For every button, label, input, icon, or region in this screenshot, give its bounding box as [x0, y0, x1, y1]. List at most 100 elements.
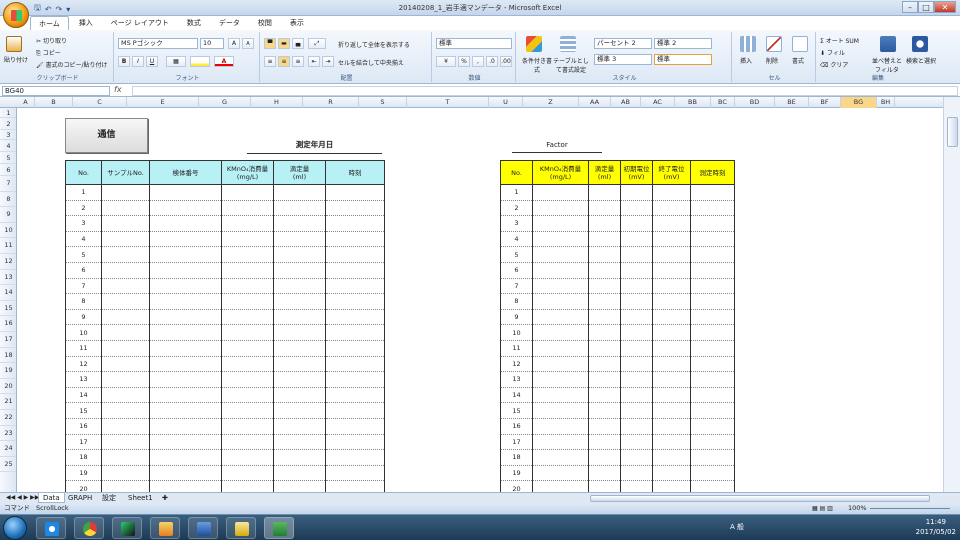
- data-cell[interactable]: [532, 231, 589, 248]
- tab-view[interactable]: 表示: [282, 16, 312, 30]
- format-cells-button[interactable]: 書式: [792, 56, 804, 65]
- data-cell[interactable]: [652, 200, 691, 217]
- data-cell[interactable]: [325, 262, 385, 279]
- shrink-font-button[interactable]: A: [242, 38, 254, 49]
- data-cell[interactable]: [273, 340, 326, 357]
- row-header[interactable]: 15: [0, 301, 16, 317]
- data-cell[interactable]: [690, 262, 735, 279]
- row-number-cell[interactable]: 3: [65, 215, 102, 232]
- column-header[interactable]: BE: [775, 97, 809, 108]
- insert-cells-icon[interactable]: [740, 36, 756, 52]
- data-cell[interactable]: [652, 434, 691, 451]
- data-cell[interactable]: [101, 480, 150, 492]
- zoom-level[interactable]: 100%: [848, 503, 867, 514]
- horizontal-scrollbar[interactable]: [580, 492, 960, 503]
- row-number-cell[interactable]: 10: [500, 324, 533, 341]
- row-header[interactable]: 13: [0, 270, 16, 286]
- data-cell[interactable]: [149, 309, 222, 326]
- data-cell[interactable]: [221, 465, 274, 482]
- row-header[interactable]: 16: [0, 316, 16, 332]
- align-bottom-button[interactable]: ▄: [292, 38, 304, 49]
- data-cell[interactable]: [325, 246, 385, 263]
- row-number-cell[interactable]: 8: [65, 293, 102, 310]
- table-header[interactable]: No.: [500, 160, 533, 185]
- row-number-cell[interactable]: 16: [65, 418, 102, 435]
- data-cell[interactable]: [221, 231, 274, 248]
- data-cell[interactable]: [652, 262, 691, 279]
- data-cell[interactable]: [325, 465, 385, 482]
- wrap-text-button[interactable]: 折り返して全体を表示する: [338, 40, 410, 49]
- data-cell[interactable]: [221, 371, 274, 388]
- data-cell[interactable]: [149, 418, 222, 435]
- data-cell[interactable]: [221, 215, 274, 232]
- data-cell[interactable]: [221, 324, 274, 341]
- data-cell[interactable]: [273, 278, 326, 295]
- formula-input[interactable]: [132, 86, 958, 96]
- taskbar-excel[interactable]: [264, 517, 294, 539]
- data-cell[interactable]: [588, 371, 621, 388]
- data-cell[interactable]: [221, 449, 274, 466]
- vertical-scroll-thumb[interactable]: [947, 117, 958, 147]
- data-cell[interactable]: [532, 184, 589, 201]
- data-cell[interactable]: [101, 262, 150, 279]
- data-cell[interactable]: [325, 278, 385, 295]
- column-header[interactable]: A: [17, 97, 35, 108]
- column-header[interactable]: BH: [877, 97, 895, 108]
- data-cell[interactable]: [588, 434, 621, 451]
- data-cell[interactable]: [273, 246, 326, 263]
- row-number-cell[interactable]: 18: [500, 449, 533, 466]
- taskbar-explorer[interactable]: [226, 517, 256, 539]
- row-header[interactable]: 23: [0, 426, 16, 442]
- data-cell[interactable]: [690, 402, 735, 419]
- data-cell[interactable]: [273, 480, 326, 492]
- tab-home[interactable]: ホーム: [30, 16, 69, 30]
- row-number-cell[interactable]: 19: [65, 465, 102, 482]
- format-as-table-icon[interactable]: [560, 36, 576, 52]
- data-cell[interactable]: [273, 434, 326, 451]
- underline-button[interactable]: U: [146, 56, 158, 67]
- data-cell[interactable]: [588, 449, 621, 466]
- data-cell[interactable]: [690, 340, 735, 357]
- data-cell[interactable]: [325, 231, 385, 248]
- data-cell[interactable]: [620, 231, 653, 248]
- row-number-cell[interactable]: 18: [65, 449, 102, 466]
- align-top-button[interactable]: ▀: [264, 38, 276, 49]
- data-cell[interactable]: [690, 200, 735, 217]
- data-cell[interactable]: [149, 434, 222, 451]
- conditional-format-icon[interactable]: [526, 36, 542, 52]
- data-cell[interactable]: [149, 480, 222, 492]
- data-cell[interactable]: [652, 324, 691, 341]
- data-cell[interactable]: [101, 278, 150, 295]
- delete-cells-button[interactable]: 削除: [766, 56, 778, 65]
- data-cell[interactable]: [588, 200, 621, 217]
- data-cell[interactable]: [149, 246, 222, 263]
- data-cell[interactable]: [620, 340, 653, 357]
- row-header[interactable]: 7: [0, 176, 16, 192]
- data-cell[interactable]: [620, 324, 653, 341]
- row-header[interactable]: 5: [0, 152, 16, 164]
- data-cell[interactable]: [101, 231, 150, 248]
- data-cell[interactable]: [588, 246, 621, 263]
- data-cell[interactable]: [149, 231, 222, 248]
- column-header[interactable]: BD: [735, 97, 775, 108]
- row-number-cell[interactable]: 13: [65, 371, 102, 388]
- data-cell[interactable]: [273, 231, 326, 248]
- data-cell[interactable]: [690, 215, 735, 232]
- data-cell[interactable]: [620, 371, 653, 388]
- row-number-cell[interactable]: 1: [500, 184, 533, 201]
- decimal-decrease-button[interactable]: .00: [500, 56, 512, 67]
- format-as-table-button[interactable]: テーブルとして書式設定: [552, 56, 590, 74]
- data-cell[interactable]: [101, 340, 150, 357]
- table-header[interactable]: 検体番号: [149, 160, 222, 185]
- indent-increase-button[interactable]: ⇥: [322, 56, 334, 67]
- row-header[interactable]: 18: [0, 348, 16, 364]
- data-cell[interactable]: [532, 278, 589, 295]
- data-cell[interactable]: [273, 387, 326, 404]
- data-cell[interactable]: [652, 449, 691, 466]
- data-cell[interactable]: [325, 402, 385, 419]
- data-cell[interactable]: [221, 262, 274, 279]
- data-cell[interactable]: [101, 465, 150, 482]
- data-cell[interactable]: [325, 340, 385, 357]
- data-cell[interactable]: [532, 434, 589, 451]
- data-cell[interactable]: [690, 465, 735, 482]
